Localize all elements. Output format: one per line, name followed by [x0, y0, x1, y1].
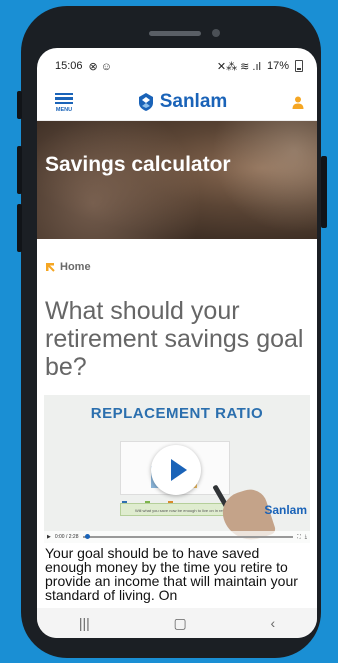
video-controls: ▶ 0:00 / 2:28 ⛶ ⤓: [44, 531, 310, 543]
video-time: 0:00 / 2:28: [54, 534, 79, 540]
sanlam-logo[interactable]: Sanlam: [137, 91, 228, 113]
account-button[interactable]: [289, 93, 307, 111]
status-signal-icons: ✕⁂ ≋ .ıl: [216, 60, 261, 73]
android-nav-bar: ||| ▢ ‹: [37, 608, 317, 638]
video-player[interactable]: REPLACEMENT RATIO Will what you save now…: [44, 395, 310, 543]
user-icon: [292, 96, 304, 109]
download-icon[interactable]: ⤓: [305, 534, 307, 540]
section-heading: What should your retirement savings goal…: [45, 297, 304, 381]
phone-speaker: [149, 31, 201, 36]
fullscreen-icon[interactable]: ⛶: [297, 534, 301, 540]
menu-button[interactable]: MENU: [53, 91, 75, 114]
sanlam-shield-icon: [138, 93, 153, 111]
power-button: [321, 156, 327, 228]
status-battery-text: 17%: [266, 60, 289, 72]
battery-icon: [295, 60, 303, 72]
hamburger-icon: [55, 91, 73, 107]
volume-up-button: [17, 146, 22, 194]
phone-camera: [212, 29, 220, 37]
breadcrumb-home-link[interactable]: Home: [60, 261, 91, 273]
page-title: Savings calculator: [45, 153, 231, 176]
play-small-icon[interactable]: ▶: [47, 534, 51, 540]
arrow-up-left-icon: [46, 263, 55, 272]
volume-down-button: [17, 204, 22, 252]
status-notification-icons: ⊗ ☺: [88, 60, 113, 73]
phone-screen: 15:06 ⊗ ☺ ✕⁂ ≋ .ıl 17% MENU Sanlam Savin…: [37, 48, 317, 638]
body-paragraph: Your goal should be to have saved enough…: [45, 545, 298, 603]
progress-handle[interactable]: [84, 534, 90, 539]
home-icon[interactable]: ▢: [174, 615, 187, 632]
back-icon[interactable]: ‹: [270, 615, 275, 631]
hero-banner: Savings calculator: [37, 121, 317, 239]
status-bar: 15:06 ⊗ ☺ ✕⁂ ≋ .ıl 17%: [37, 48, 317, 84]
video-progress-bar[interactable]: [82, 534, 294, 539]
side-button: [17, 91, 22, 119]
play-button[interactable]: [151, 445, 201, 495]
top-nav: MENU Sanlam: [37, 84, 317, 121]
video-slide-title: REPLACEMENT RATIO: [90, 405, 264, 422]
video-brand: Sanlam: [264, 503, 307, 517]
brand-name: Sanlam: [159, 91, 228, 112]
status-time: 15:06: [55, 60, 83, 72]
breadcrumb[interactable]: Home: [45, 261, 317, 273]
recent-apps-icon[interactable]: |||: [79, 615, 90, 631]
menu-label: MENU: [55, 107, 73, 114]
